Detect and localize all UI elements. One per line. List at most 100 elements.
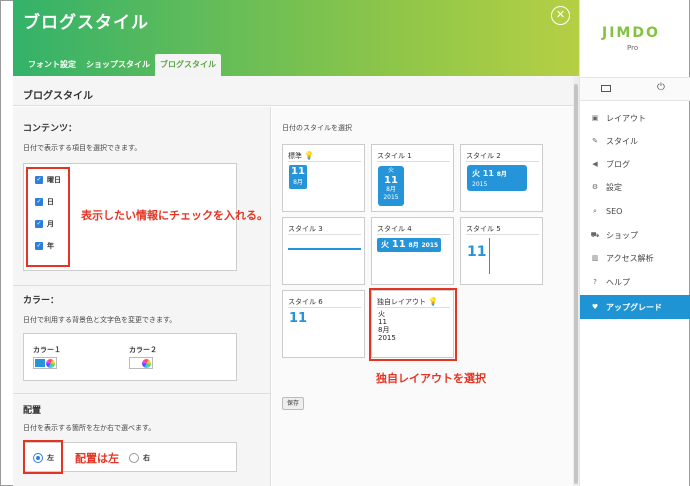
card-label: スタイル 1 — [377, 152, 412, 160]
date-badge: 火 11 8月 2015 — [378, 166, 404, 206]
style-card-3[interactable]: スタイル 3 — [282, 217, 365, 285]
style-card-1[interactable]: スタイル 1 火 11 8月 2015 — [371, 144, 454, 212]
contents-title: コンテンツ： — [23, 124, 78, 134]
color1-swatch — [35, 359, 45, 367]
card-label: スタイル 5 — [466, 225, 501, 233]
sidebar-item-blog[interactable]: ◀ ブログ — [580, 154, 690, 174]
main-panel: ブログスタイル コンテンツ： 日付で表示する項目を選択できます。 ✓ 曜日 ✓ 日 … — [13, 76, 579, 486]
options-column: コンテンツ： 日付で表示する項目を選択できます。 ✓ 曜日 ✓ 日 ✓ 月 ✓ 年 表示… — [13, 107, 271, 486]
system-toolbar: ⏻ — [580, 77, 690, 101]
sidebar-item-label: スタイル — [606, 136, 638, 146]
style-card-5[interactable]: スタイル 5 11 — [460, 217, 543, 285]
sidebar-item-settings[interactable]: ⚙ 設定 — [580, 177, 690, 197]
card-divider — [466, 161, 539, 162]
date-day: 11 — [291, 166, 305, 177]
color2-label: カラー２ — [129, 346, 157, 354]
cart-icon: ⛟ — [590, 230, 600, 239]
heart-icon: ♥ — [591, 303, 599, 311]
sidebar-item-label: レイアウト — [606, 113, 646, 123]
date-weekday: 火 — [387, 167, 394, 174]
save-button[interactable]: 保存 — [282, 397, 304, 410]
tab-blog-style[interactable]: ブログスタイル — [155, 54, 221, 76]
settings-header: ブログスタイル ✕ フォント設定 ショップスタイル ブログスタイル — [13, 0, 579, 76]
date-year: 2015 — [472, 181, 488, 188]
tab-font-settings[interactable]: フォント設定 — [23, 54, 81, 76]
sidebar-item-shop[interactable]: ⛟ ショップ — [580, 225, 690, 245]
card-divider — [288, 161, 361, 162]
date-day: 11 — [467, 244, 487, 260]
color-title: カラー： — [23, 296, 60, 306]
custom-layout-highlight-box — [369, 288, 457, 361]
sidebar-item-style[interactable]: ✎ スタイル — [580, 131, 690, 151]
card-label: 標準 — [288, 152, 302, 160]
date-style-column: 日付のスタイルを選択 標準 💡 11 8月 スタイル 1 火 11 8月 201… — [272, 107, 573, 486]
lightbulb-icon: 💡 — [304, 151, 315, 160]
date-year: 2015 — [383, 194, 399, 201]
gear-icon: ⚙ — [591, 183, 599, 191]
color1-label: カラー１ — [33, 346, 61, 354]
contents-description: 日付で表示する項目を選択できます。 — [23, 144, 142, 152]
search-icon: ⌕ — [593, 206, 597, 215]
sidebar-item-layout[interactable]: ▣ レイアウト — [580, 108, 690, 128]
date-rule — [288, 248, 361, 250]
position-description: 日付を表示する箇所を左か右で選べます。 — [23, 424, 156, 432]
custom-layout-annotation: 独自レイアウトを選択 — [376, 372, 486, 385]
date-month: 8月 — [496, 171, 507, 178]
contents-highlight-box — [26, 167, 70, 267]
card-divider — [288, 307, 361, 308]
position-title: 配置 — [23, 406, 42, 416]
monitor-icon[interactable] — [601, 85, 611, 92]
header-tabs: フォント設定 ショップスタイル ブログスタイル — [23, 54, 221, 76]
sidebar-item-label: ヘルプ — [606, 277, 630, 287]
color2-picker[interactable] — [129, 357, 153, 369]
tab-shop-style[interactable]: ショップスタイル — [81, 54, 155, 76]
card-divider — [466, 234, 539, 235]
sidebar-item-analytics[interactable]: ▥ アクセス解析 — [580, 248, 690, 268]
style-card-4[interactable]: スタイル 4 火 11 8月 2015 — [371, 217, 454, 285]
sidebar-item-upgrade[interactable]: ♥ アップグレード — [580, 295, 690, 319]
megaphone-icon: ◀ — [592, 160, 598, 168]
jimdo-logo: JIMDO — [602, 25, 660, 41]
position-annotation: 配置は左 — [75, 452, 119, 465]
position-highlight-box — [23, 440, 63, 474]
close-icon[interactable]: ✕ — [551, 6, 570, 25]
card-label: スタイル 4 — [377, 225, 412, 233]
color1-picker[interactable] — [33, 357, 57, 369]
style-card-6[interactable]: スタイル 6 11 — [282, 290, 365, 358]
sidebar-item-help[interactable]: ? ヘルプ — [580, 272, 690, 292]
date-day: 11 — [391, 239, 406, 250]
style-card-2[interactable]: スタイル 2 火 11 8月 2015 — [460, 144, 543, 212]
card-label: スタイル 3 — [288, 225, 323, 233]
date-weekday: 火 — [381, 240, 389, 249]
radio-right[interactable]: 右 — [129, 453, 150, 463]
date-day: 11 — [482, 169, 494, 178]
date-day: 11 — [384, 175, 398, 186]
card-divider — [288, 234, 361, 235]
sidebar-item-label: ブログ — [606, 159, 630, 169]
style-card-standard[interactable]: 標準 💡 11 8月 — [282, 144, 365, 212]
sidebar-item-label: アップグレード — [606, 302, 662, 312]
color-wheel-icon — [46, 359, 55, 368]
card-divider — [377, 234, 450, 235]
power-icon[interactable]: ⏻ — [657, 82, 665, 93]
date-day: 11 — [289, 311, 308, 326]
date-weekday: 火 — [472, 169, 480, 178]
card-divider — [377, 161, 450, 162]
color-description: 日付で利用する背景色と文字色を変更できます。 — [23, 316, 177, 324]
radio-label: 右 — [143, 454, 150, 462]
scrollbar-thumb[interactable] — [574, 84, 578, 484]
sidebar-item-label: 設定 — [606, 182, 622, 192]
panel-title: ブログスタイル — [23, 13, 149, 33]
help-icon: ? — [593, 278, 597, 286]
sidebar-item-label: ショップ — [606, 230, 638, 240]
date-year: 2015 — [421, 242, 439, 249]
date-badge: 火 11 8月 2015 — [377, 238, 441, 252]
admin-sidebar: JIMDO Pro ⏻ ▣ レイアウト ✎ スタイル ◀ ブログ ⚙ 設定 ⌕ SEO ⛟… — [579, 0, 690, 486]
radio-unselected-icon[interactable] — [129, 453, 139, 463]
divider — [13, 285, 271, 286]
date-badge: 11 8月 — [289, 165, 307, 189]
plan-label: Pro — [627, 44, 639, 52]
date-style-title: 日付のスタイルを選択 — [282, 124, 352, 132]
sidebar-item-seo[interactable]: ⌕ SEO — [580, 201, 690, 221]
card-label: スタイル 6 — [288, 298, 323, 306]
